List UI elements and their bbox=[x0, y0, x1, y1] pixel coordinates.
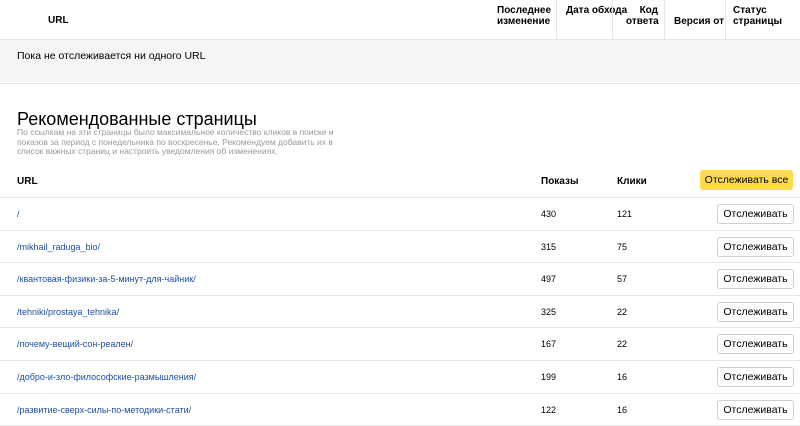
shows-value: 325 bbox=[541, 306, 557, 317]
column-header-clicks: Клики bbox=[617, 176, 647, 187]
recommended-rows: / 430 121 Отслеживать /mikhail_raduga_bi… bbox=[0, 198, 800, 426]
shows-value: 315 bbox=[541, 241, 557, 252]
column-divider bbox=[556, 0, 557, 40]
column-divider bbox=[664, 0, 665, 40]
recommended-section-description: По ссылкам на эти страницы было максимал… bbox=[17, 127, 334, 156]
page-url-link[interactable]: /tehniki/prostaya_tehnika/ bbox=[17, 307, 119, 317]
track-button[interactable]: Отслеживать bbox=[717, 301, 794, 322]
page-url-link[interactable]: /квантовая-физики-за-5-минут-для-чайник/ bbox=[17, 274, 196, 284]
table-row: /tehniki/prostaya_tehnika/ 325 22 Отслеж… bbox=[0, 296, 800, 329]
clicks-value: 16 bbox=[617, 404, 628, 415]
column-header-shows: Показы bbox=[541, 176, 579, 187]
table-row: /почему-вещий-сон-реален/ 167 22 Отслежи… bbox=[0, 328, 800, 361]
tracked-urls-table: URL Последнее изменение Дата обхода Код … bbox=[0, 0, 800, 84]
table-row: /квантовая-физики-за-5-минут-для-чайник/… bbox=[0, 263, 800, 296]
clicks-value: 22 bbox=[617, 339, 628, 350]
track-all-button[interactable]: Отслеживать все bbox=[700, 170, 793, 190]
column-header-url: URL bbox=[17, 176, 38, 187]
section-divider bbox=[0, 83, 800, 84]
shows-value: 497 bbox=[541, 274, 557, 285]
page-url-link[interactable]: /развитие-сверх-силы-по-методики-стати/ bbox=[17, 405, 191, 415]
column-header-page-status[interactable]: Статус страницы bbox=[733, 5, 800, 27]
track-button[interactable]: Отслеживать bbox=[717, 366, 794, 387]
column-header-response-code[interactable]: Код ответа bbox=[626, 5, 659, 27]
clicks-value: 57 bbox=[617, 274, 628, 285]
column-header-url[interactable]: URL bbox=[48, 15, 69, 26]
shows-value: 199 bbox=[541, 371, 557, 382]
page-url-link[interactable]: /добро-и-зло-философские-размышления/ bbox=[17, 372, 196, 382]
tracked-table-header: URL Последнее изменение Дата обхода Код … bbox=[0, 0, 800, 40]
track-button[interactable]: Отслеживать bbox=[717, 204, 794, 224]
clicks-value: 22 bbox=[617, 306, 628, 317]
table-row: /развитие-сверх-силы-по-методики-стати/ … bbox=[0, 394, 800, 426]
column-header-last-change[interactable]: Последнее изменение bbox=[497, 5, 553, 27]
column-header-version-from[interactable]: Версия от bbox=[674, 16, 724, 27]
track-button[interactable]: Отслеживать bbox=[717, 399, 794, 420]
clicks-value: 75 bbox=[617, 241, 628, 252]
recommended-table-header: URL Показы Клики Отслеживать все bbox=[0, 168, 800, 198]
page-url-link[interactable]: / bbox=[17, 209, 20, 219]
clicks-value: 121 bbox=[617, 209, 633, 219]
table-row: /добро-и-зло-философские-размышления/ 19… bbox=[0, 361, 800, 394]
track-button[interactable]: Отслеживать bbox=[717, 269, 794, 290]
clicks-value: 16 bbox=[617, 371, 628, 382]
shows-value: 122 bbox=[541, 404, 557, 415]
column-divider bbox=[612, 0, 613, 40]
table-row: / 430 121 Отслеживать bbox=[0, 198, 800, 231]
column-divider bbox=[725, 0, 726, 40]
empty-state-message: Пока не отслеживается ни одного URL bbox=[0, 40, 800, 82]
page-url-link[interactable]: /почему-вещий-сон-реален/ bbox=[17, 339, 133, 349]
track-button[interactable]: Отслеживать bbox=[717, 334, 794, 355]
column-header-crawl-date[interactable]: Дата обхода bbox=[566, 5, 627, 16]
shows-value: 167 bbox=[541, 339, 557, 350]
track-button[interactable]: Отслеживать bbox=[717, 236, 794, 257]
page-url-link[interactable]: /mikhail_raduga_bio/ bbox=[17, 242, 100, 252]
shows-value: 430 bbox=[541, 209, 557, 219]
table-row: /mikhail_raduga_bio/ 315 75 Отслеживать bbox=[0, 231, 800, 264]
